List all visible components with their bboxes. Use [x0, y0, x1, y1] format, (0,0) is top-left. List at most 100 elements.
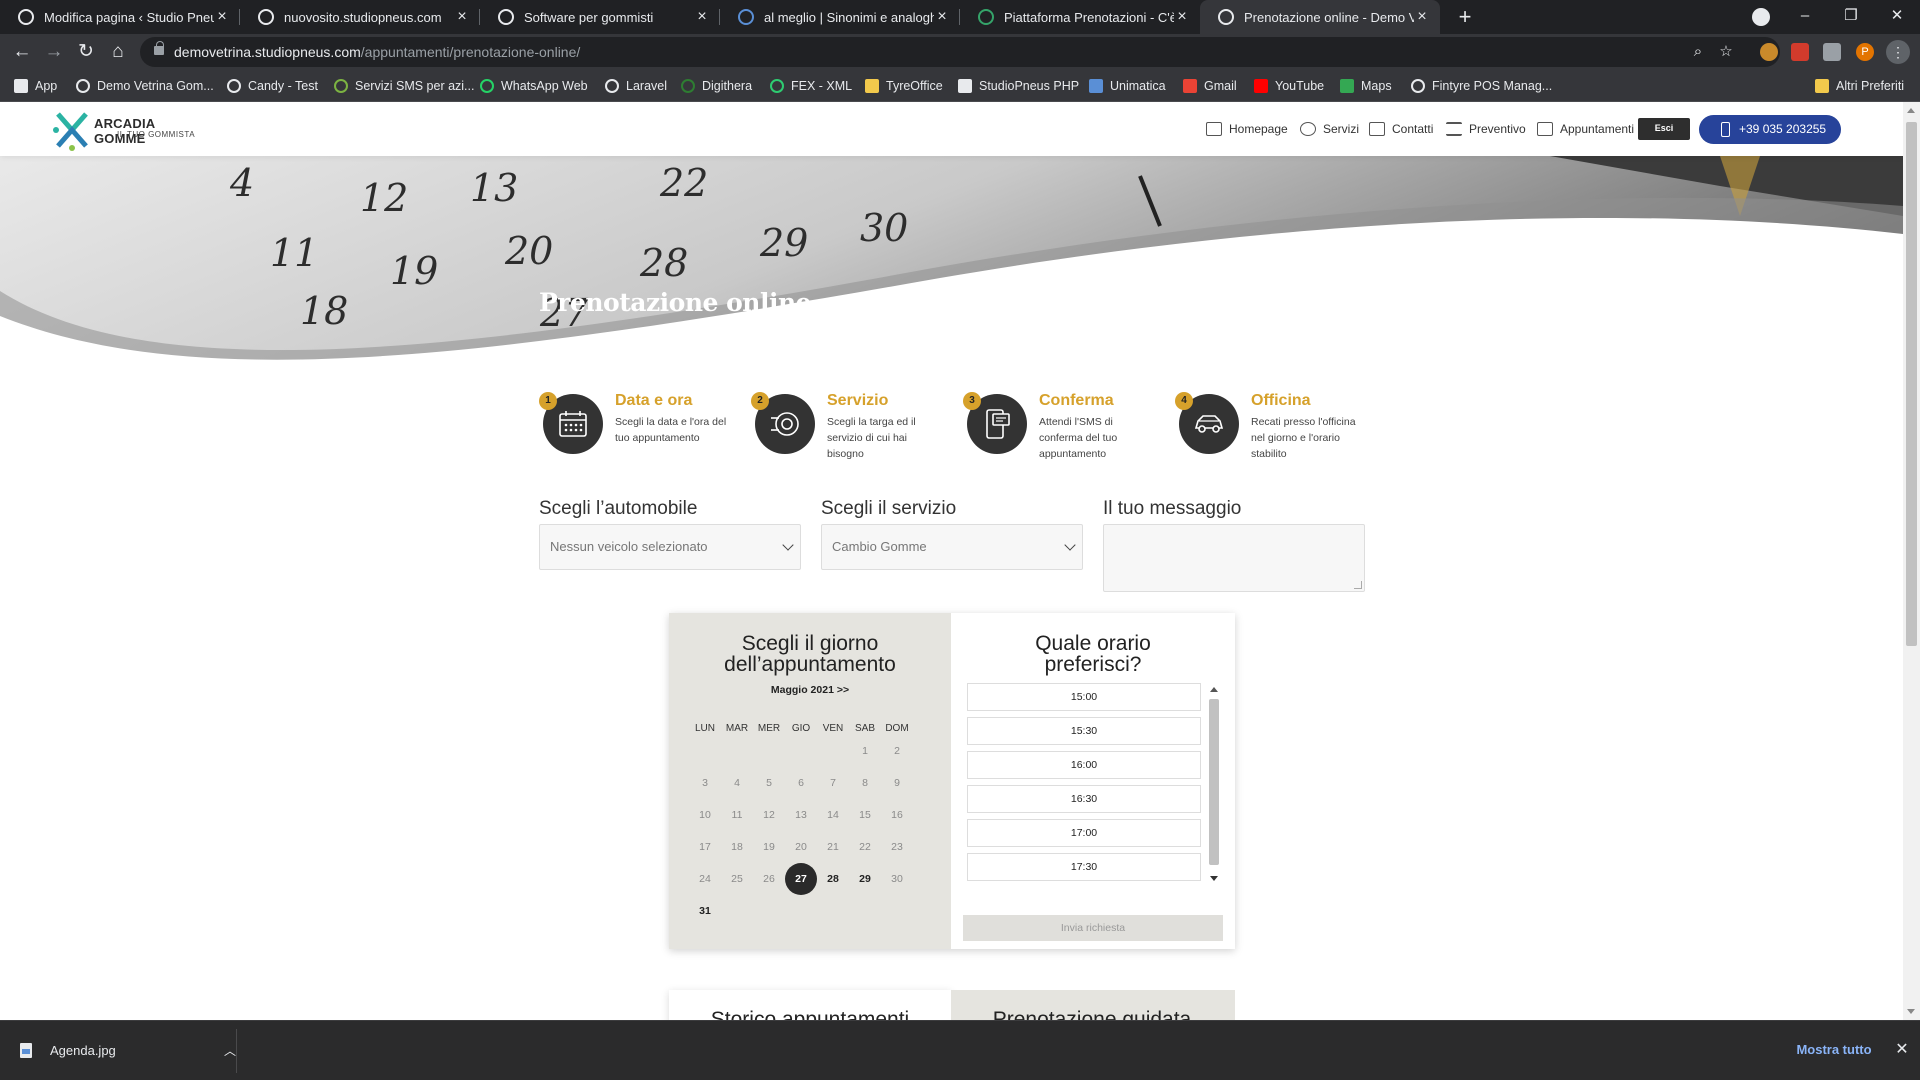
close-icon[interactable]: ×: [694, 8, 710, 26]
calendar-day: 9: [894, 777, 900, 789]
home-icon[interactable]: ⌂: [102, 36, 134, 68]
reload-icon[interactable]: ↻: [70, 36, 102, 68]
scroll-down-icon[interactable]: [1210, 876, 1218, 881]
bookmark[interactable]: Gmail: [1183, 70, 1237, 102]
time-slot[interactable]: 16:30: [967, 785, 1201, 813]
time-slot[interactable]: 15:00: [967, 683, 1201, 711]
close-icon[interactable]: ✕: [1890, 1035, 1914, 1065]
extensions-puzzle-icon[interactable]: [1823, 43, 1841, 61]
scroll-up-icon[interactable]: [1210, 687, 1218, 692]
time-slot[interactable]: 15:30: [967, 717, 1201, 745]
logo-mark-icon: [53, 112, 88, 151]
calendar-day: 30: [891, 873, 903, 885]
scroll-down-icon[interactable]: [1907, 1009, 1915, 1014]
tab-active[interactable]: Prenotazione online - Demo Vet ×: [1200, 0, 1440, 34]
bookmark[interactable]: StudioPneus PHP: [958, 70, 1079, 102]
url-path: /appuntamenti/prenotazione-online/: [360, 44, 581, 60]
chevron-up-icon[interactable]: ︿: [224, 1042, 236, 1059]
profile-avatar[interactable]: P: [1856, 43, 1874, 61]
calendar-day-selected[interactable]: 27: [785, 863, 817, 895]
star-icon[interactable]: ☆: [1716, 42, 1736, 62]
site-logo[interactable]: ARCADIA GOMME IL TUO GOMMISTA: [52, 108, 202, 152]
bookmark[interactable]: TyreOffice: [865, 70, 943, 102]
bookmark[interactable]: Demo Vetrina Gom...: [76, 70, 214, 102]
bookmark-apps[interactable]: App: [14, 70, 57, 102]
resize-handle-icon[interactable]: [1354, 581, 1362, 589]
calendar-day[interactable]: 31: [691, 897, 719, 925]
phone-button[interactable]: +39 035 203255: [1699, 115, 1841, 144]
bookmark-other[interactable]: Altri Preferiti: [1815, 70, 1904, 102]
browser-menu-icon[interactable]: ⋮: [1886, 40, 1910, 64]
forward-icon[interactable]: →: [38, 36, 70, 68]
time-slot[interactable]: 17:30: [967, 853, 1201, 881]
nav-label: Homepage: [1229, 122, 1288, 136]
calendar-day[interactable]: 28: [819, 865, 847, 893]
tab[interactable]: al meglio | Sinonimi e analoghi p ×: [720, 0, 960, 34]
nav-label: Contatti: [1392, 122, 1434, 136]
nav-preventivo[interactable]: Preventivo: [1446, 102, 1526, 156]
tab-title: al meglio | Sinonimi e analoghi p: [764, 9, 934, 25]
close-icon[interactable]: ×: [454, 8, 470, 26]
bookmark[interactable]: Laravel: [605, 70, 667, 102]
image-file-icon: [20, 1042, 32, 1058]
bookmark[interactable]: FEX - XML: [770, 70, 852, 102]
service-select-label: Scegli il servizio: [821, 498, 957, 519]
scroll-thumb[interactable]: [1209, 699, 1219, 865]
tab[interactable]: Modifica pagina ‹ Studio Pneus C ×: [0, 0, 240, 34]
mail-icon: [1369, 122, 1385, 136]
svg-text:30: 30: [860, 206, 908, 250]
php-icon: [958, 79, 972, 93]
bookmark[interactable]: WhatsApp Web: [480, 70, 588, 102]
close-icon[interactable]: ×: [1414, 8, 1430, 26]
step-description: Scegli la data e l'ora del tuo appuntame…: [615, 416, 727, 444]
minimize-icon[interactable]: –: [1782, 0, 1828, 34]
bookmark[interactable]: YouTube: [1254, 70, 1324, 102]
page-scrollbar[interactable]: [1903, 102, 1920, 1020]
service-select[interactable]: Cambio Gomme: [821, 524, 1083, 570]
message-textarea[interactable]: [1103, 524, 1365, 592]
page-viewport: ARCADIA GOMME IL TUO GOMMISTA Homepage S…: [0, 102, 1903, 1020]
logout-button[interactable]: Esci: [1638, 118, 1690, 140]
car-select[interactable]: Nessun veicolo selezionato: [539, 524, 801, 570]
bookmark[interactable]: Maps: [1340, 70, 1392, 102]
new-tab-button[interactable]: +: [1452, 4, 1478, 30]
chevron-down-icon: [782, 539, 794, 551]
address-bar[interactable]: demovetrina.studiopneus.com/appuntamenti…: [140, 37, 1780, 67]
close-icon[interactable]: ×: [934, 8, 950, 26]
step-title: Conferma: [1039, 392, 1114, 409]
globe-icon: [1411, 79, 1425, 93]
close-icon[interactable]: ×: [1174, 8, 1190, 26]
window-close-icon[interactable]: ✕: [1874, 0, 1920, 34]
show-all-downloads-button[interactable]: Mostra tutto: [1784, 1035, 1884, 1065]
calendar-day: 20: [795, 841, 807, 853]
restore-icon[interactable]: ❐: [1828, 0, 1874, 34]
bookmark[interactable]: Servizi SMS per azi...: [334, 70, 474, 102]
nav-appuntamenti[interactable]: Appuntamenti: [1537, 102, 1634, 156]
scroll-thumb[interactable]: [1906, 122, 1917, 646]
tab[interactable]: nuovosito.studiopneus.com ×: [240, 0, 480, 34]
extension-cookie-icon[interactable]: [1760, 43, 1778, 61]
nav-homepage[interactable]: Homepage: [1206, 102, 1288, 156]
tab[interactable]: Software per gommisti ×: [480, 0, 720, 34]
bookmark[interactable]: Unimatica: [1089, 70, 1166, 102]
tab[interactable]: Piattaforma Prenotazioni - C'è Po ×: [960, 0, 1200, 34]
time-slot[interactable]: 17:00: [967, 819, 1201, 847]
month-next-link[interactable]: Maggio 2021 >>: [669, 684, 951, 696]
scroll-up-icon[interactable]: [1907, 108, 1915, 113]
extension-pdf-icon[interactable]: [1791, 43, 1809, 61]
calendar-day[interactable]: 29: [851, 865, 879, 893]
back-icon[interactable]: ←: [6, 36, 38, 68]
zoom-icon[interactable]: ⌕: [1688, 42, 1708, 62]
submit-request-button[interactable]: Invia richiesta: [963, 915, 1223, 941]
bookmark[interactable]: Fintyre POS Manag...: [1411, 70, 1552, 102]
tab-search-icon[interactable]: [1752, 8, 1770, 26]
nav-contatti[interactable]: Contatti: [1369, 102, 1433, 156]
nav-servizi[interactable]: Servizi: [1300, 102, 1359, 156]
time-slots-scrollbar[interactable]: [1207, 685, 1221, 883]
time-slot[interactable]: 16:00: [967, 751, 1201, 779]
download-item[interactable]: Agenda.jpg ︿: [20, 1035, 236, 1065]
bookmark-label: StudioPneus PHP: [979, 79, 1080, 93]
close-icon[interactable]: ×: [214, 8, 230, 26]
bookmark[interactable]: Candy - Test: [227, 70, 318, 102]
bookmark[interactable]: Digithera: [681, 70, 752, 102]
